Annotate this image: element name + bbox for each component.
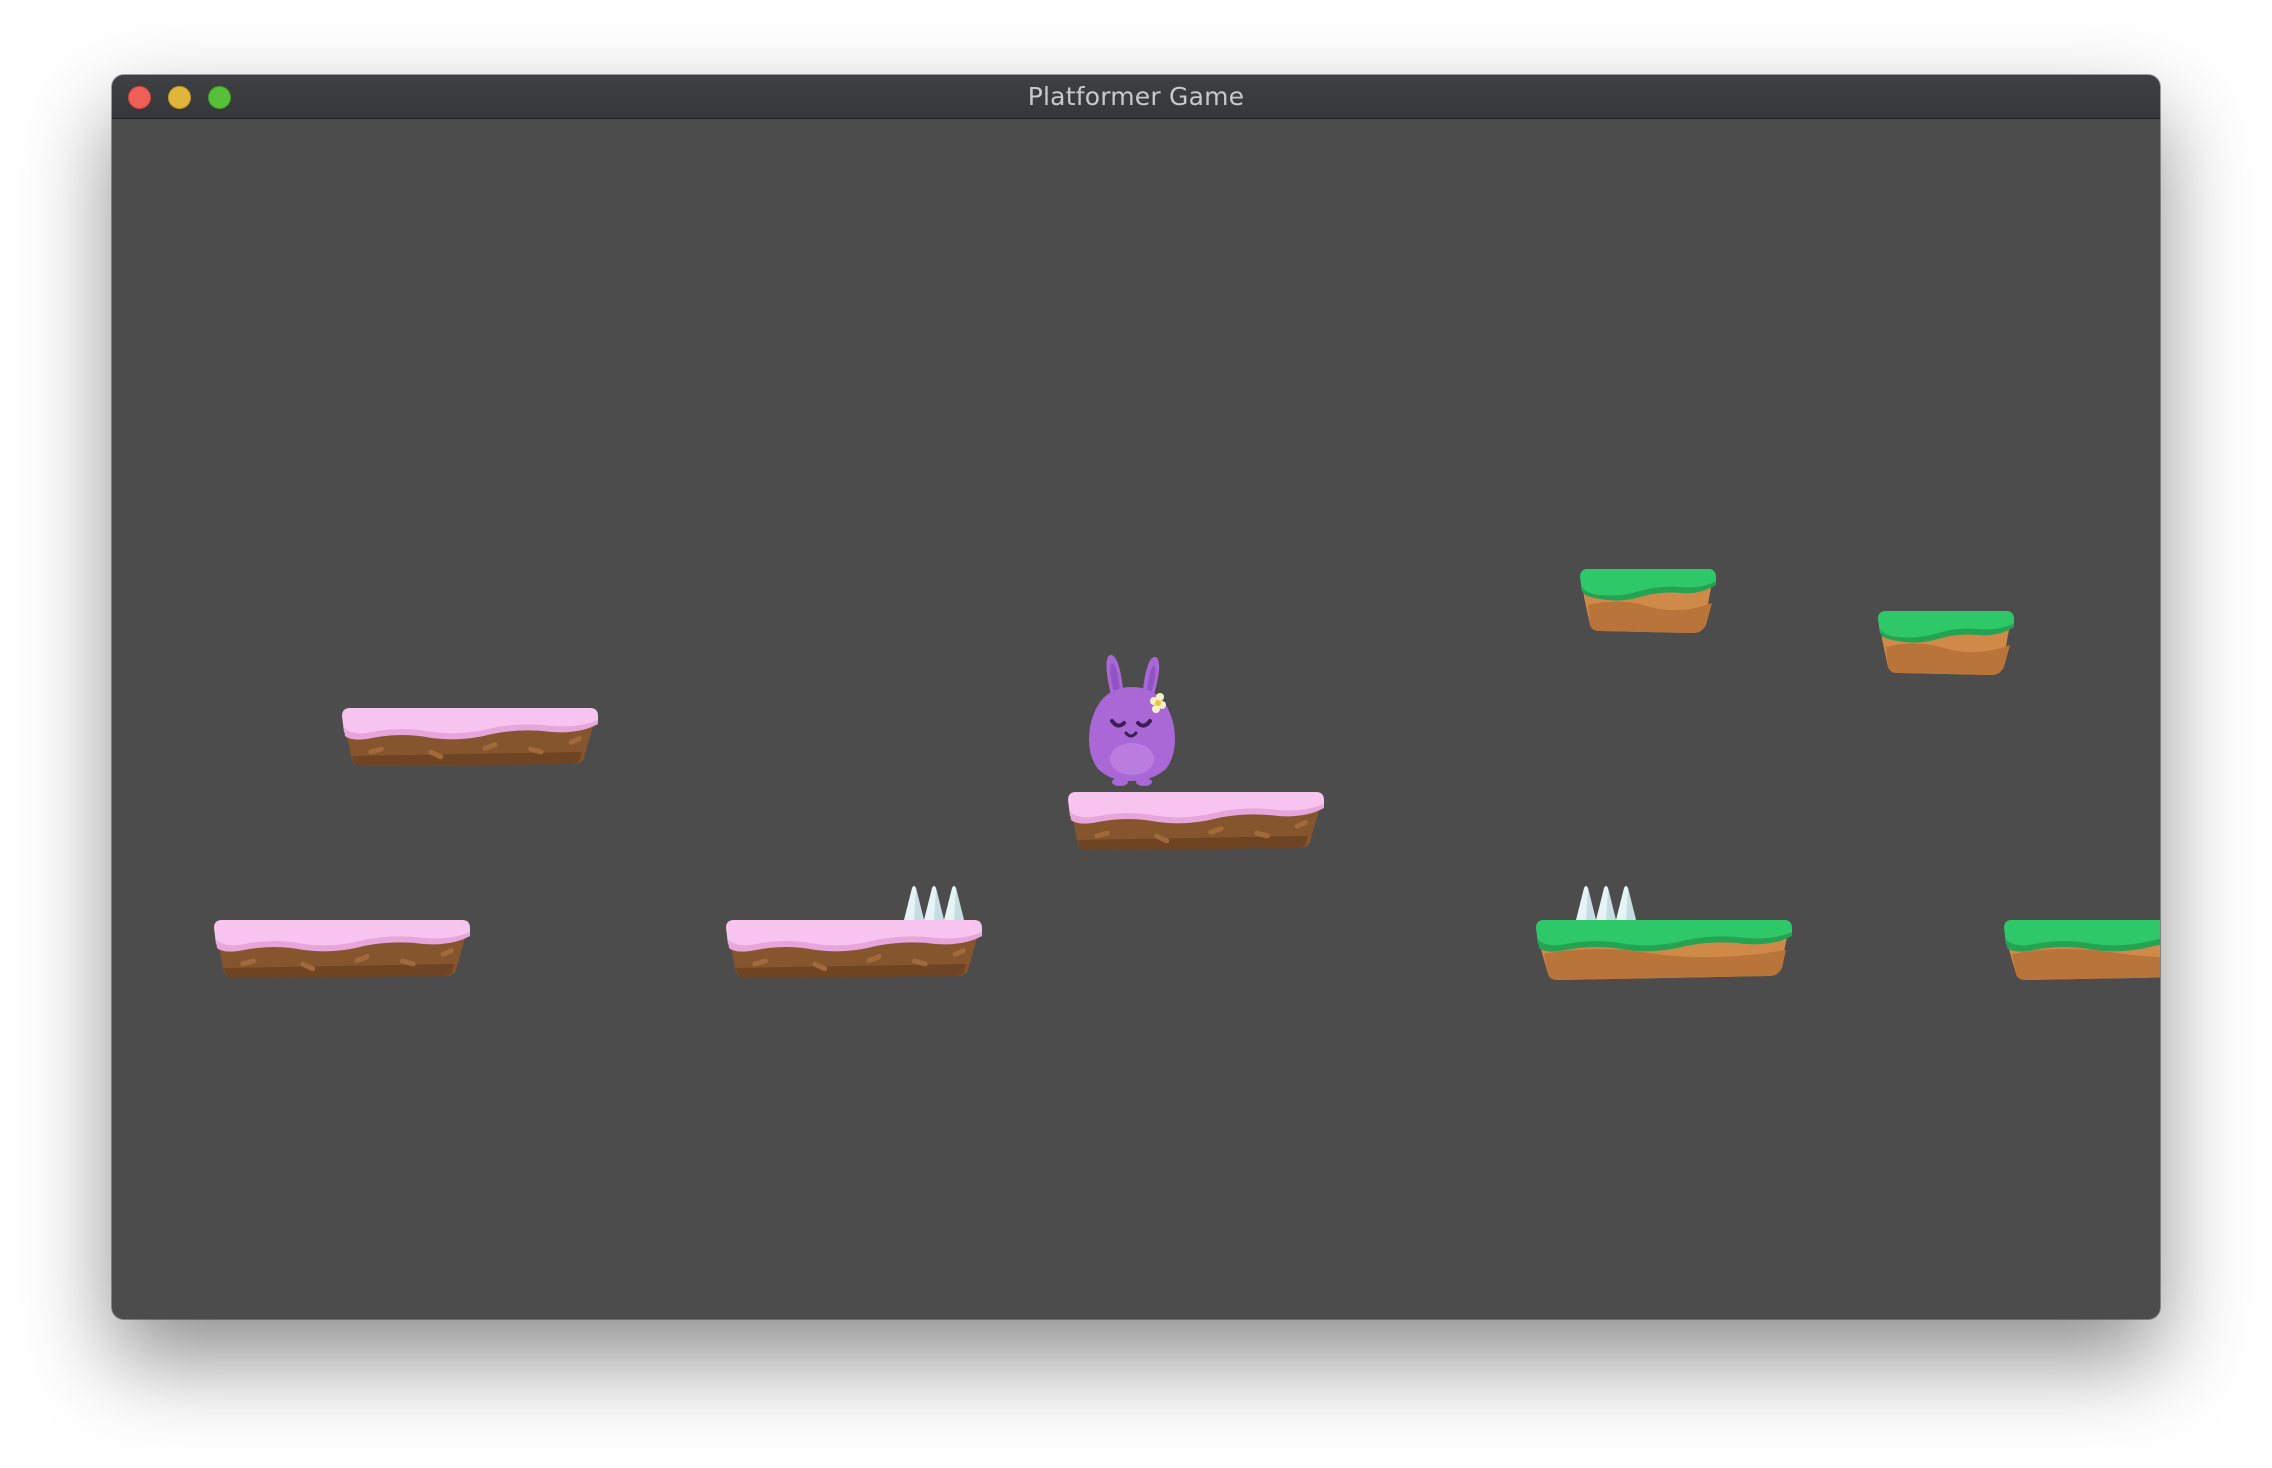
game-window: Platformer Game — [112, 75, 2160, 1319]
grass-platform-small — [1878, 611, 2014, 675]
window-title: Platformer Game — [1027, 82, 1245, 111]
grass-platform — [1536, 920, 1792, 980]
candy-platform — [342, 708, 598, 766]
title-bar: Platformer Game — [112, 75, 2160, 119]
candy-platform — [1068, 792, 1324, 850]
game-scene — [214, 569, 2160, 980]
candy-platform — [214, 920, 470, 978]
game-canvas[interactable] — [112, 119, 2160, 1319]
player-bunny — [1089, 654, 1175, 786]
candy-platform — [726, 920, 982, 978]
grass-platform — [2004, 920, 2160, 980]
grass-platform-small — [1580, 569, 1716, 633]
spike-hazard — [1576, 886, 1636, 920]
spike-hazard — [904, 886, 964, 920]
